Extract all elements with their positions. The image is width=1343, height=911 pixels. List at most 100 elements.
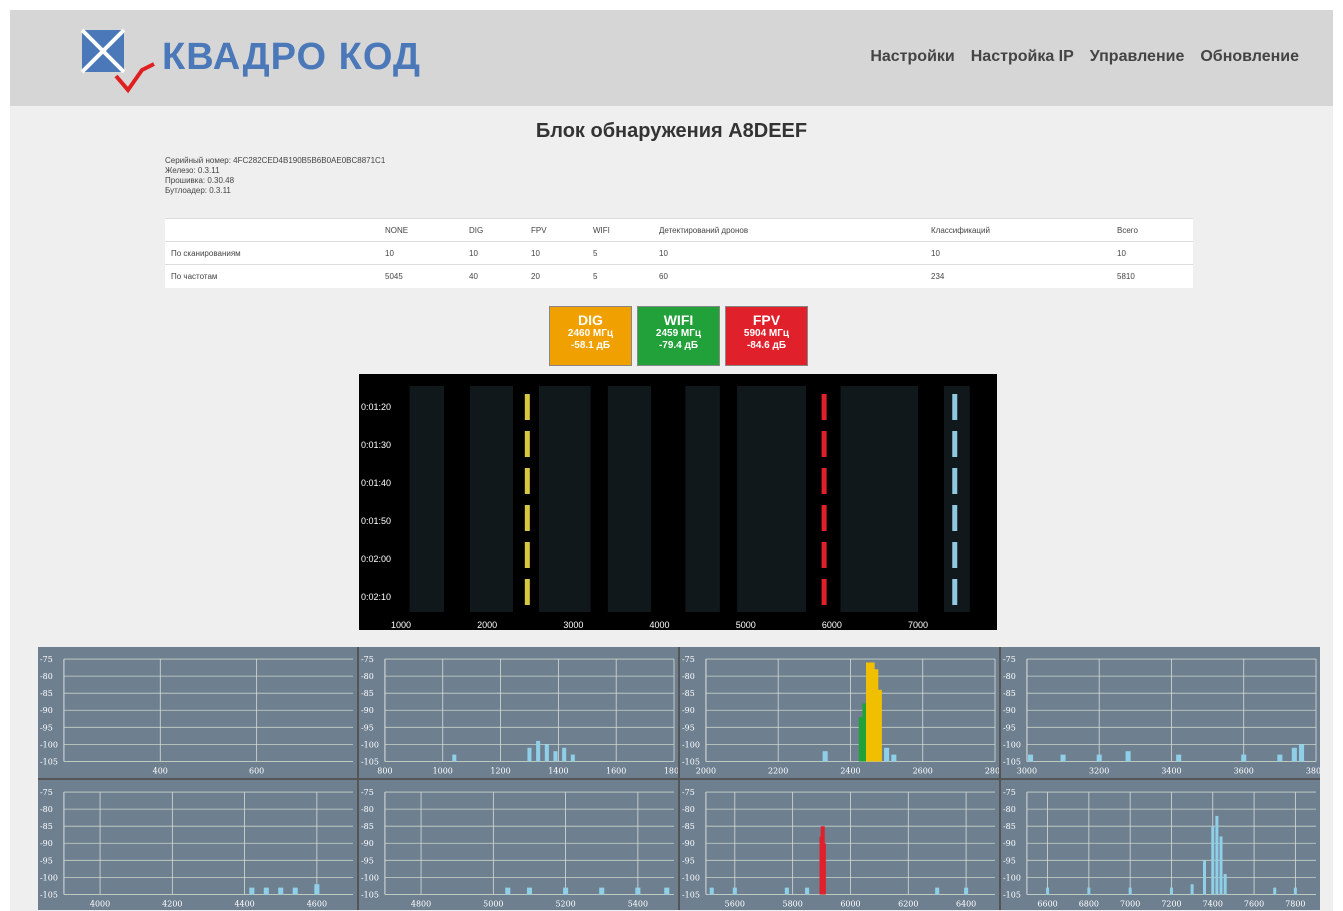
- x-tick-label: 6800: [1079, 899, 1099, 908]
- y-tick-label: -105: [682, 757, 700, 766]
- table-cell: 20: [525, 264, 587, 288]
- y-tick-label: -105: [1003, 890, 1021, 899]
- table-cell: 10: [653, 241, 925, 265]
- y-tick-label: -85: [361, 689, 374, 698]
- table-row: По частотам 5045 40 20 5 60 234 5810: [165, 264, 1193, 288]
- badge-dig[interactable]: DIG 2460 МГц -58.1 дБ: [549, 306, 632, 366]
- logo-icon: [80, 28, 155, 94]
- page: КВАДРО КОД Настройки Настройка IP Управл…: [10, 10, 1333, 911]
- spectrum-bar: [1241, 754, 1247, 762]
- badge-fpv[interactable]: FPV 5904 МГц -84.6 дБ: [725, 306, 808, 366]
- nav-ip-settings[interactable]: Настройка IP: [971, 48, 1074, 66]
- x-tick-label: 7200: [1161, 899, 1181, 908]
- spectrum-bar: [709, 887, 714, 894]
- spectrum-bar: [1087, 887, 1091, 894]
- col-header: NONE: [379, 218, 463, 242]
- spectrum-chart: -75 -80 -85 -90 -95 -100 -1052000 2200 2400 2600 2…: [682, 655, 999, 775]
- waterfall-marker: [524, 505, 530, 531]
- spectrum-bar: [1028, 754, 1034, 762]
- waterfall-time-label: 0:02:00: [361, 554, 391, 564]
- table-cell: 10: [1111, 241, 1193, 265]
- y-tick-label: -85: [1003, 822, 1016, 831]
- table-cell: 5: [587, 241, 653, 265]
- x-tick-label: 2000: [696, 766, 716, 775]
- spectrum-bar: [1125, 751, 1131, 762]
- spectrum-panel[interactable]: -75 -80 -85 -90 -95 -100 -105 400 600: [38, 647, 357, 778]
- y-tick-label: -80: [1003, 672, 1016, 681]
- stats-table: NONE DIG FPV WIFI Детектирований дронов …: [165, 218, 1193, 288]
- y-tick-label: -80: [682, 672, 695, 681]
- nav-update[interactable]: Обновление: [1200, 48, 1299, 66]
- spectrum-bar: [263, 887, 269, 894]
- x-tick-label: 3400: [1161, 766, 1181, 775]
- spectrum-bar: [891, 754, 897, 762]
- spectrum-bar: [527, 747, 532, 762]
- waterfall-band: [737, 386, 807, 612]
- spectrum-bar: [1211, 825, 1215, 894]
- spectrum-bar: [935, 887, 940, 894]
- y-tick-label: -95: [361, 723, 374, 732]
- y-tick-label: -90: [682, 706, 695, 715]
- y-tick-label: -100: [682, 740, 700, 749]
- spectrum-panel[interactable]: -75 -80 -85 -90 -95 -100 -105 2000 2200 2400 2600 2…: [680, 647, 999, 778]
- y-tick-label: -80: [1003, 805, 1016, 814]
- nav-settings[interactable]: Настройки: [870, 48, 954, 66]
- waterfall-band: [840, 386, 919, 612]
- waterfall-marker: [524, 431, 530, 457]
- x-tick-label: 2800: [985, 766, 999, 775]
- spectrum-chart: -75 -80 -85 -90 -95 -100 -105 5600 5800 6000 6200 6…: [682, 788, 996, 908]
- logo[interactable]: КВАДРО КОД: [80, 26, 460, 96]
- y-tick-label: -85: [40, 689, 53, 698]
- y-tick-label: -90: [1003, 839, 1016, 848]
- waterfall-time-label: 0:01:20: [361, 402, 391, 412]
- waterfall-marker: [952, 431, 958, 457]
- page-title: Блок обнаружения A8DEEF: [535, 120, 808, 142]
- waterfall-marker: [952, 542, 958, 568]
- spectrum-panel[interactable]: -75 -80 -85 -90 -95 -100 -105 5600 5800 6000 6200 6…: [680, 779, 999, 910]
- y-tick-label: -75: [1003, 788, 1016, 797]
- spectrum-bar: [664, 887, 670, 894]
- y-tick-label: -100: [361, 873, 379, 882]
- waterfall-time-label: 0:01:40: [361, 478, 391, 488]
- logo-text: КВАДРО КОД: [162, 36, 421, 78]
- y-tick-label: -100: [1003, 740, 1021, 749]
- col-header: Классификаций: [925, 218, 1111, 242]
- x-tick-label: 7400: [1203, 899, 1223, 908]
- badge-level: -84.6 дБ: [746, 340, 787, 351]
- main-nav: Настройки Настройка IP Управление Обновл…: [870, 48, 1299, 66]
- x-tick-label: 7600: [1244, 899, 1264, 908]
- badge-wifi[interactable]: WIFI 2459 МГц -79.4 дБ: [637, 306, 720, 366]
- nav-control[interactable]: Управление: [1090, 48, 1185, 66]
- x-tick-label: 4800: [411, 899, 431, 908]
- y-tick-label: -105: [40, 757, 58, 766]
- y-tick-label: -105: [682, 890, 700, 899]
- waterfall-marker: [821, 394, 827, 420]
- spectrum-bar: [505, 887, 511, 894]
- table-cell: По частотам: [165, 264, 379, 288]
- spectrum-panel[interactable]: -75 -80 -85 -90 -95 -100 -105 6600 6800 7000 7200 7…: [1001, 779, 1320, 910]
- waterfall-x-tick: 5000: [736, 620, 756, 630]
- x-tick-label: 6400: [956, 899, 976, 908]
- x-tick-label: 1800: [664, 766, 678, 775]
- spectrum-panel[interactable]: -75 -80 -85 -90 -95 -100 -105 3000 3200 3400 3600 3…: [1001, 647, 1320, 778]
- waterfall-x-tick: 7000: [908, 620, 928, 630]
- waterfall-spectrogram[interactable]: 0:01:20 0:01:30 0:01:40 0:01:50 0:02:00 0:02:…: [359, 374, 997, 630]
- spectrum-panel[interactable]: -75 -80 -85 -90 -95 -100 -105 4800 5000 5200 5400: [359, 779, 678, 910]
- table-cell: 5: [587, 264, 653, 288]
- waterfall-marker: [821, 505, 827, 531]
- spectrum-panels: -75 -80 -85 -90 -95 -100 -105 400 600 -75 -80 -85 -9…: [38, 647, 1320, 910]
- x-tick-label: 800: [377, 766, 392, 775]
- col-header: Всего: [1111, 218, 1193, 242]
- table-cell: По сканированиям: [165, 241, 379, 265]
- spectrum-bar: [562, 747, 567, 762]
- table-cell: 5045: [379, 264, 463, 288]
- col-header: [165, 218, 379, 242]
- spectrum-bar: [1046, 887, 1050, 894]
- y-tick-label: -90: [361, 706, 374, 715]
- spectrum-panel[interactable]: -75 -80 -85 -90 -95 -100 -105 4000 4200 4400 4600: [38, 779, 357, 910]
- x-tick-label: 4400: [234, 899, 254, 908]
- y-tick-label: -95: [361, 856, 374, 865]
- x-tick-label: 7800: [1285, 899, 1305, 908]
- spectrum-chart: -75 -80 -85 -90 -95 -100 -105 6600 6800 7000 7200 7…: [1003, 788, 1317, 908]
- spectrum-panel[interactable]: -75 -80 -85 -90 -95 -100 -105 800 1000 1200 1400 16…: [359, 647, 678, 778]
